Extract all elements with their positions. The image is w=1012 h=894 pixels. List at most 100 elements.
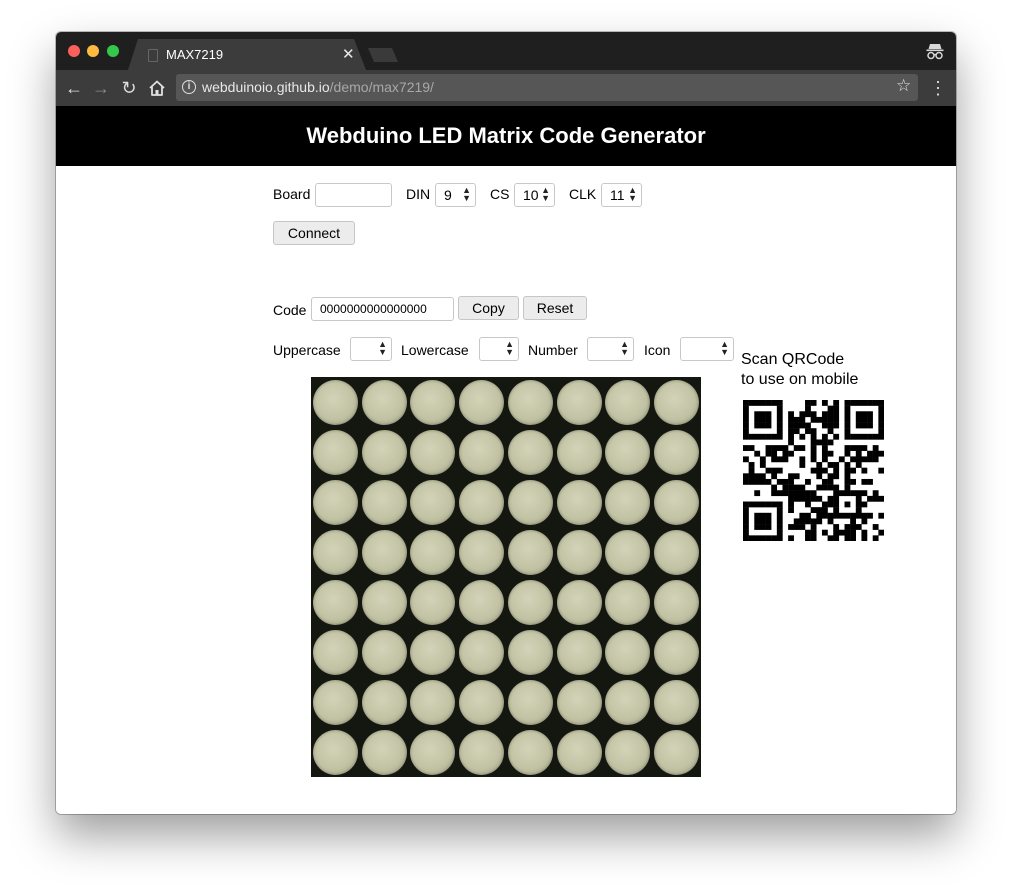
led-cell[interactable] bbox=[410, 479, 456, 525]
led-cell[interactable] bbox=[507, 679, 553, 725]
led-cell[interactable] bbox=[361, 429, 407, 475]
reset-button[interactable]: Reset bbox=[523, 296, 587, 320]
page-content: Webduino LED Matrix Code Generator Board… bbox=[56, 106, 956, 814]
uppercase-select[interactable]: ▲ ▼ bbox=[350, 337, 392, 361]
led-cell[interactable] bbox=[507, 379, 553, 425]
reload-icon[interactable]: ↻ bbox=[116, 75, 142, 101]
led-cell[interactable] bbox=[654, 579, 700, 625]
clk-select[interactable]: 11 ▲ ▼ bbox=[601, 183, 642, 207]
led-cell[interactable] bbox=[459, 479, 505, 525]
led-cell[interactable] bbox=[556, 429, 602, 475]
led-cell[interactable] bbox=[605, 429, 651, 475]
led-cell[interactable] bbox=[556, 529, 602, 575]
code-input[interactable]: 0000000000000000 bbox=[311, 297, 454, 321]
led-cell[interactable] bbox=[361, 379, 407, 425]
led-cell[interactable] bbox=[556, 679, 602, 725]
close-tab-icon[interactable]: ✕ bbox=[342, 45, 355, 63]
led-cell[interactable] bbox=[459, 379, 505, 425]
info-icon[interactable]: i bbox=[182, 80, 196, 94]
window-maximize-button[interactable] bbox=[107, 45, 119, 57]
led-cell[interactable] bbox=[312, 429, 358, 475]
led-cell[interactable] bbox=[312, 679, 358, 725]
led-cell[interactable] bbox=[459, 629, 505, 675]
led-cell[interactable] bbox=[459, 729, 505, 775]
led-cell[interactable] bbox=[361, 629, 407, 675]
led-cell[interactable] bbox=[605, 679, 651, 725]
led-cell[interactable] bbox=[459, 679, 505, 725]
led-cell[interactable] bbox=[654, 479, 700, 525]
led-cell[interactable] bbox=[312, 629, 358, 675]
clk-label: CLK bbox=[569, 186, 597, 202]
browser-tab[interactable]: MAX7219 ✕ bbox=[128, 39, 366, 70]
cs-value: 10 bbox=[523, 187, 539, 203]
window-minimize-button[interactable] bbox=[87, 45, 99, 57]
led-cell[interactable] bbox=[312, 729, 358, 775]
led-cell[interactable] bbox=[556, 629, 602, 675]
bookmark-star-icon[interactable]: ☆ bbox=[896, 76, 911, 96]
led-cell[interactable] bbox=[410, 379, 456, 425]
led-cell[interactable] bbox=[654, 729, 700, 775]
din-select[interactable]: 9 ▲ ▼ bbox=[435, 183, 476, 207]
led-cell[interactable] bbox=[410, 679, 456, 725]
qr-caption-line-2: to use on mobile bbox=[741, 371, 859, 388]
led-cell[interactable] bbox=[410, 579, 456, 625]
icon-select[interactable]: ▲ ▼ bbox=[680, 337, 734, 361]
qr-caption-line-1: Scan QRCode bbox=[741, 351, 845, 368]
led-cell[interactable] bbox=[507, 579, 553, 625]
led-cell[interactable] bbox=[410, 429, 456, 475]
din-label: DIN bbox=[406, 186, 431, 202]
connect-button[interactable]: Connect bbox=[273, 221, 355, 245]
led-cell[interactable] bbox=[459, 529, 505, 575]
led-cell[interactable] bbox=[361, 729, 407, 775]
led-cell[interactable] bbox=[556, 379, 602, 425]
led-cell[interactable] bbox=[605, 579, 651, 625]
led-cell[interactable] bbox=[507, 479, 553, 525]
forward-arrow-icon[interactable]: → bbox=[88, 75, 114, 101]
led-cell[interactable] bbox=[410, 529, 456, 575]
window-close-button[interactable] bbox=[68, 45, 80, 57]
led-cell[interactable] bbox=[507, 429, 553, 475]
address-bar[interactable]: i webduinoio.github.io/demo/max7219/ ☆ bbox=[176, 74, 918, 101]
led-cell[interactable] bbox=[605, 629, 651, 675]
led-cell[interactable] bbox=[312, 379, 358, 425]
led-cell[interactable] bbox=[654, 529, 700, 575]
led-cell[interactable] bbox=[312, 529, 358, 575]
led-cell[interactable] bbox=[312, 579, 358, 625]
led-cell[interactable] bbox=[556, 729, 602, 775]
led-cell[interactable] bbox=[361, 529, 407, 575]
led-cell[interactable] bbox=[654, 429, 700, 475]
led-cell[interactable] bbox=[556, 579, 602, 625]
copy-button[interactable]: Copy bbox=[458, 296, 519, 320]
cs-select[interactable]: 10 ▲ ▼ bbox=[514, 183, 555, 207]
led-cell[interactable] bbox=[556, 479, 602, 525]
led-cell[interactable] bbox=[654, 629, 700, 675]
led-cell[interactable] bbox=[507, 529, 553, 575]
led-cell[interactable] bbox=[605, 479, 651, 525]
led-cell[interactable] bbox=[410, 729, 456, 775]
home-icon[interactable] bbox=[148, 79, 166, 97]
led-cell[interactable] bbox=[605, 529, 651, 575]
select-arrows-icon: ▲ ▼ bbox=[620, 339, 629, 357]
led-cell[interactable] bbox=[361, 579, 407, 625]
led-cell[interactable] bbox=[312, 479, 358, 525]
board-input[interactable] bbox=[315, 183, 392, 207]
led-cell[interactable] bbox=[654, 379, 700, 425]
browser-menu-icon[interactable]: ⋮ bbox=[928, 75, 948, 101]
led-cell[interactable] bbox=[507, 729, 553, 775]
led-cell[interactable] bbox=[605, 729, 651, 775]
led-cell[interactable] bbox=[361, 479, 407, 525]
page-icon bbox=[148, 49, 158, 62]
number-select[interactable]: ▲ ▼ bbox=[587, 337, 634, 361]
led-cell[interactable] bbox=[459, 429, 505, 475]
board-label: Board bbox=[273, 186, 311, 202]
led-cell[interactable] bbox=[459, 579, 505, 625]
led-cell[interactable] bbox=[507, 629, 553, 675]
led-cell[interactable] bbox=[605, 379, 651, 425]
select-arrows-icon: ▲ ▼ bbox=[541, 185, 550, 203]
back-arrow-icon[interactable]: ← bbox=[61, 75, 87, 101]
lowercase-select[interactable]: ▲ ▼ bbox=[479, 337, 519, 361]
led-cell[interactable] bbox=[410, 629, 456, 675]
led-cell[interactable] bbox=[361, 679, 407, 725]
led-cell[interactable] bbox=[654, 679, 700, 725]
new-tab-button[interactable] bbox=[368, 48, 398, 62]
